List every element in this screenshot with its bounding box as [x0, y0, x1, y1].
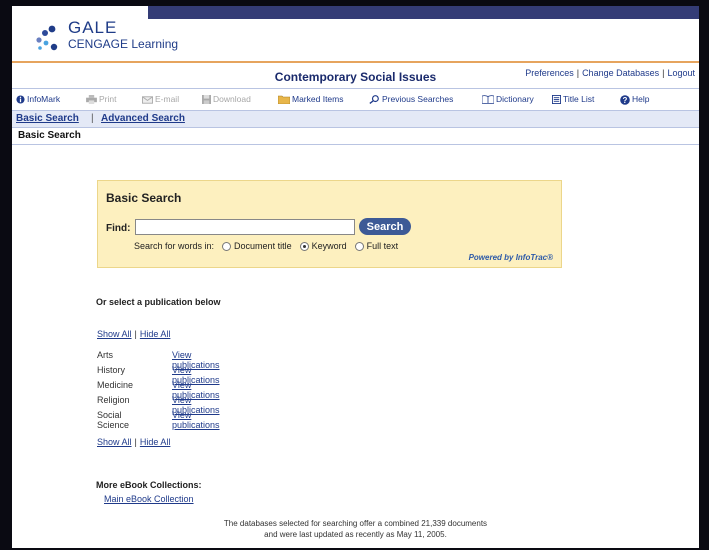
logout-link[interactable]: Logout: [667, 68, 695, 78]
show-all-link[interactable]: Show All: [97, 329, 132, 339]
logo-line1: GALE: [68, 18, 118, 37]
folder-icon: [278, 95, 290, 105]
email-button[interactable]: E-mail: [142, 94, 179, 104]
show-hide-bottom: Show All | Hide All: [97, 437, 170, 447]
hide-all-link[interactable]: Hide All: [140, 437, 171, 447]
category-arts: Arts: [97, 350, 114, 360]
help-icon: ?: [620, 94, 630, 105]
database-summary: The databases selected for searching off…: [12, 518, 699, 540]
toolbar: InfoMark Print E-mail Download Marked It…: [12, 92, 699, 108]
keyword-label: Keyword: [311, 241, 347, 251]
title-list-label: Title List: [563, 94, 595, 104]
dictionary-label: Dictionary: [496, 94, 534, 104]
publication-heading: Or select a publication below: [96, 297, 221, 307]
browser-page: GALE CENGAGE Learning Contemporary Socia…: [12, 6, 699, 548]
list-icon: [552, 95, 561, 105]
basic-search-link[interactable]: Basic Search: [16, 113, 79, 124]
previous-searches-button[interactable]: Previous Searches: [369, 94, 454, 105]
keyword-radio[interactable]: [299, 242, 309, 252]
download-button[interactable]: Download: [202, 94, 251, 105]
top-links-separator: |: [576, 68, 580, 78]
search-nav: Basic Search | Advanced Search: [12, 110, 699, 128]
category-medicine: Medicine: [97, 380, 134, 390]
full-text-label: Full text: [366, 241, 399, 251]
infomark-icon: [16, 95, 25, 104]
print-label: Print: [99, 94, 117, 104]
find-label: Find:: [106, 223, 131, 234]
dictionary-button[interactable]: Dictionary: [482, 94, 534, 105]
full-text-radio[interactable]: [354, 242, 364, 252]
summary-line-1: The databases selected for searching off…: [223, 519, 488, 528]
powered-by-infotrac: Powered by InfoTrac®: [468, 253, 553, 262]
show-hide-top: Show All | Hide All: [97, 329, 170, 339]
advanced-search-link[interactable]: Advanced Search: [101, 113, 185, 124]
infomark-button[interactable]: InfoMark: [16, 94, 60, 104]
gale-logo[interactable]: GALE CENGAGE Learning: [34, 18, 234, 58]
document-title-label: Document title: [234, 241, 292, 251]
breadcrumb: Basic Search: [12, 128, 699, 145]
previous-searches-label: Previous Searches: [382, 94, 454, 104]
toolbar-divider: [12, 88, 699, 89]
logo-line2: CENGAGE Learning: [68, 37, 179, 51]
search-scope-label: Search for words in:: [134, 241, 215, 251]
help-label: Help: [632, 94, 650, 104]
nav-separator: |: [91, 113, 94, 124]
email-label: E-mail: [155, 94, 180, 104]
print-button[interactable]: Print: [86, 94, 117, 105]
breadcrumb-current: Basic Search: [18, 130, 81, 141]
marked-items-label: Marked Items: [292, 94, 344, 104]
ebook-heading: More eBook Collections:: [96, 480, 202, 490]
change-databases-link[interactable]: Change Databases: [582, 68, 659, 78]
top-links: Preferences | Change Databases | Logout: [525, 68, 695, 78]
main-ebook-collection-link[interactable]: Main eBook Collection: [104, 494, 194, 504]
show-hide-separator: |: [134, 329, 137, 339]
disk-icon: [202, 95, 211, 105]
magnifier-icon: [369, 95, 379, 105]
search-panel-title: Basic Search: [106, 191, 182, 205]
download-label: Download: [213, 94, 251, 104]
category-religion: Religion: [97, 395, 130, 405]
marked-items-button[interactable]: Marked Items: [278, 94, 344, 105]
category-history: History: [97, 365, 126, 375]
svg-text:?: ?: [623, 96, 628, 105]
title-list-button[interactable]: Title List: [552, 94, 595, 105]
search-button[interactable]: Search: [359, 218, 411, 235]
printer-icon: [86, 95, 97, 105]
envelope-icon: [142, 96, 153, 104]
infomark-label: InfoMark: [27, 94, 61, 104]
search-scope-row: Search for words in: Document title Keywor…: [134, 241, 399, 252]
book-icon: [482, 95, 494, 105]
show-hide-separator: |: [134, 437, 137, 447]
help-button[interactable]: ? Help: [620, 94, 649, 105]
summary-line-2: and were last updated as recently as May…: [264, 530, 447, 539]
category-social-science: Social Science: [97, 410, 130, 430]
header-divider: [12, 61, 699, 63]
view-publications-social-science-link[interactable]: View publications: [172, 410, 220, 430]
hide-all-link[interactable]: Hide All: [140, 329, 171, 339]
show-all-link[interactable]: Show All: [97, 437, 132, 447]
document-title-radio[interactable]: [222, 242, 232, 252]
gale-logo-dots-icon: [36, 25, 58, 51]
preferences-link[interactable]: Preferences: [525, 68, 574, 78]
find-input[interactable]: [135, 219, 355, 235]
basic-search-panel: Basic Search Find: Search Search for wor…: [97, 180, 562, 268]
